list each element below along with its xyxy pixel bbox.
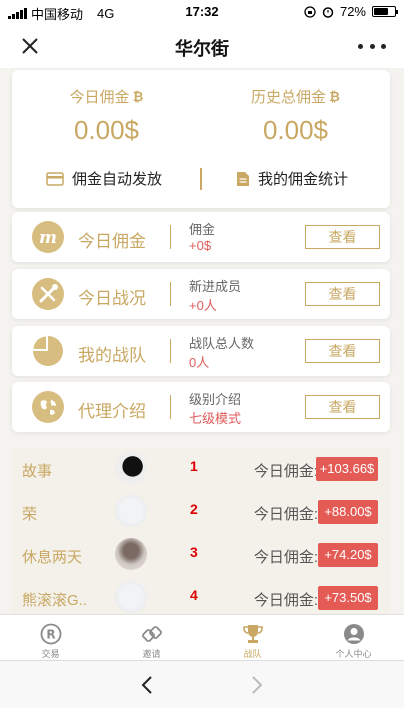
total-commission-value: 0.00$ [262,115,329,145]
registered-icon: R [40,623,61,645]
tab-label: 个人中心 [335,649,372,659]
row-sub-value: +0$ [189,238,212,253]
row-divider [170,395,171,419]
row-sub-value: 0人 [189,355,210,370]
commission-label: 今日佣金: [253,463,318,480]
tab-label: 交易 [41,649,60,659]
today-commission-row: m 今日佣金 佣金 +0$ 查看 [12,212,390,262]
nav-bar: 华尔街 [0,24,404,68]
trophy-icon [242,625,263,643]
rank-number: 4 [190,587,198,603]
leaderboard-row[interactable]: 荣 2 今日佣金: +88.00$ [12,495,390,539]
commission-amount: +88.00$ [318,500,378,524]
rank-number: 1 [190,458,198,474]
view-button[interactable]: 查看 [305,282,380,306]
today-battle-row: 今日战况 新进成员 +0人 查看 [12,269,390,319]
total-commission-block: 历史总佣金 ₿ 0.00$ [201,86,390,146]
status-bar: 中国移动 4G 17:32 72% [0,0,404,24]
browser-toolbar [0,660,404,708]
row-divider [170,225,171,249]
tab-trade[interactable]: R 交易 [0,623,101,660]
user-icon [343,624,364,644]
commission-leaderboard: 故事 1 今日佣金: +103.66$ 荣 2 今日佣金: +88.00$ 休息… [12,448,390,614]
agent-intro-row: 代理介绍 级别介绍 七级模式 查看 [12,382,390,432]
commission-amount: +73.50$ [318,586,378,610]
tools-icon [32,278,64,310]
row-sub-label: 级别介绍 [189,392,242,407]
leaderboard-row[interactable]: 休息两天 3 今日佣金: +74.20$ [12,538,390,582]
member-name: 休息两天 [22,549,83,566]
total-commission-label: 历史总佣金 [250,89,326,106]
today-commission-value: 0.00$ [73,115,140,145]
summary-actions: 佣金自动发放 我的佣金统计 [12,168,390,192]
bottom-tab-bar: R 交易 邀请 战队 个人中心 [0,614,404,660]
row-title: 今日佣金 [78,232,146,251]
svg-text:R: R [46,628,55,642]
card-icon [46,171,64,186]
tab-label: 战队 [243,649,262,659]
commission-amount: +103.66$ [316,457,378,481]
m-badge-icon: m [32,221,64,253]
auto-pay-label: 佣金自动发放 [72,171,163,188]
leaderboard-row[interactable]: 故事 1 今日佣金: +103.66$ [12,452,390,496]
row-sub-label: 战队总人数 [189,336,255,351]
view-button[interactable]: 查看 [305,225,380,249]
today-commission-block: 今日佣金 ₿ 0.00$ [12,86,201,146]
commission-summary-card: 今日佣金 ₿ 0.00$ 历史总佣金 ₿ 0.00$ 佣金自动发放 我的佣金统计 [12,70,390,208]
rank-number: 3 [190,544,198,560]
avatar [115,495,147,527]
more-icon[interactable] [358,34,386,58]
commission-stats-button[interactable]: 我的佣金统计 [236,168,348,189]
battery-icon [372,6,398,17]
avatar [115,538,147,570]
row-divider [170,339,171,363]
view-button[interactable]: 查看 [305,395,380,419]
globe-icon [32,391,64,423]
auto-pay-button[interactable]: 佣金自动发放 [46,168,162,189]
commission-amount: +74.20$ [318,543,378,567]
commission-label: 今日佣金: [253,506,318,523]
document-icon [237,171,249,186]
pie-chart-icon [32,335,64,367]
row-title: 代理介绍 [78,402,146,421]
member-name: 故事 [22,463,53,480]
bitcoin-icon: ₿ [329,89,340,104]
bitcoin-icon: ₿ [132,89,144,104]
alarm-icon [322,6,334,18]
tab-invite[interactable]: 邀请 [101,623,202,660]
svg-text:m: m [39,228,57,248]
actions-divider [200,168,202,190]
forward-icon[interactable] [244,673,268,697]
row-title: 我的战队 [78,346,146,365]
member-name: 荣 [22,506,38,523]
rank-number: 2 [190,501,198,517]
rotation-lock-icon [304,5,316,18]
my-team-row: 我的战队 战队总人数 0人 查看 [12,326,390,376]
back-icon[interactable] [136,673,160,697]
commission-label: 今日佣金: [253,549,318,566]
row-sub-label: 佣金 [189,222,216,237]
row-title: 今日战况 [78,289,146,308]
link-icon [141,626,162,642]
commission-label: 今日佣金: [253,592,318,609]
tab-team[interactable]: 战队 [202,623,303,660]
tab-label: 邀请 [142,649,161,659]
battery-percent: 72% [339,4,366,19]
view-button[interactable]: 查看 [305,339,380,363]
row-sub-value: 七级模式 [189,411,242,426]
commission-stats-label: 我的佣金统计 [258,171,349,188]
status-right: 72% [304,4,398,19]
page-title: 华尔街 [175,39,229,59]
leaderboard-row[interactable]: 熊滚滚G.. 4 今日佣金: +73.50$ [12,581,390,614]
row-divider [170,282,171,306]
row-sub-value: +0人 [189,298,217,313]
avatar [115,452,147,484]
avatar [115,581,147,613]
tab-profile[interactable]: 个人中心 [303,623,404,660]
today-commission-label: 今日佣金 [69,89,130,106]
row-sub-label: 新进成员 [189,279,242,294]
member-name: 熊滚滚G.. [22,592,88,609]
